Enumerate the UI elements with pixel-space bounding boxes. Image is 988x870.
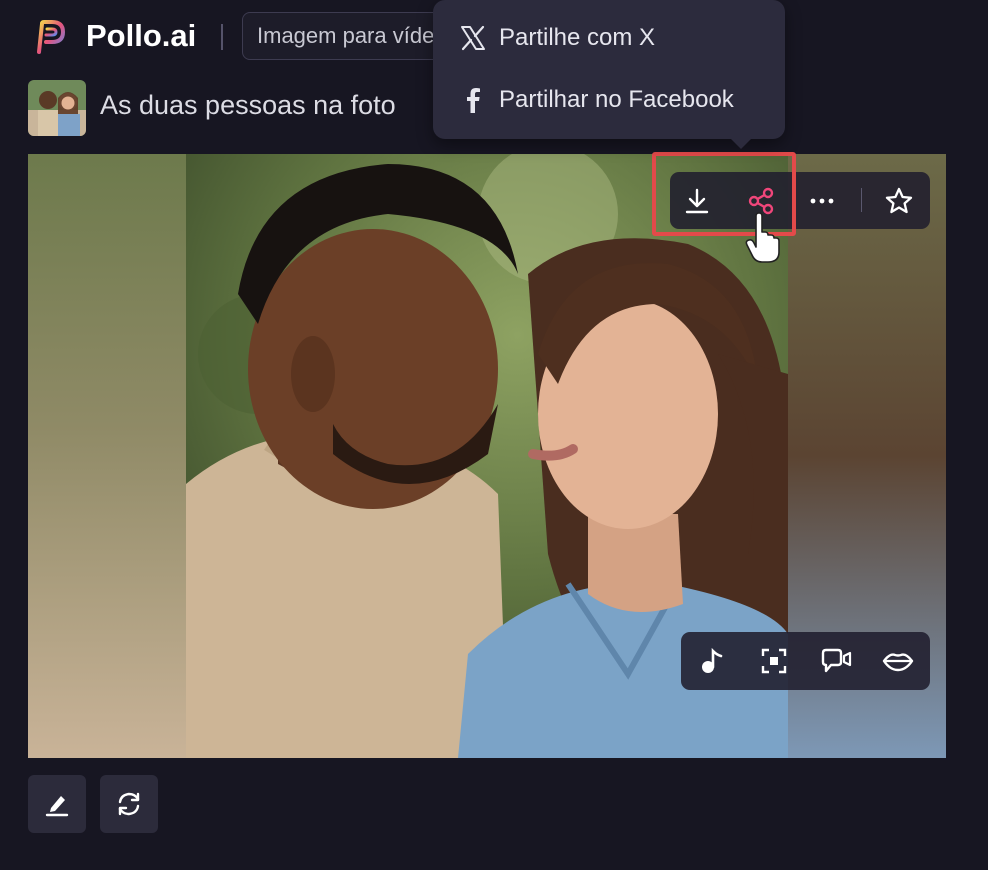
share-x-item[interactable]: Partilhe com X bbox=[459, 16, 655, 60]
header-divider bbox=[221, 24, 223, 50]
edit-button[interactable] bbox=[28, 775, 86, 833]
share-facebook-label: Partilhar no Facebook bbox=[499, 86, 734, 113]
share-facebook-item[interactable]: Partilhar no Facebook bbox=[459, 78, 734, 122]
toolbar-divider bbox=[861, 188, 862, 212]
source-thumbnail[interactable] bbox=[28, 80, 86, 136]
regenerate-button[interactable] bbox=[100, 775, 158, 833]
talking-avatar-icon bbox=[821, 648, 852, 673]
more-options-button[interactable] bbox=[792, 172, 852, 229]
video-tools-toolbar bbox=[681, 632, 930, 690]
pollo-logo[interactable] bbox=[30, 18, 68, 56]
add-music-button[interactable] bbox=[681, 632, 743, 690]
more-icon bbox=[810, 198, 834, 203]
star-icon bbox=[885, 187, 913, 213]
favorite-button[interactable] bbox=[869, 172, 929, 229]
prompt-text: As duas pessoas na foto bbox=[100, 90, 396, 120]
edit-icon bbox=[45, 796, 69, 817]
talking-avatar-button[interactable] bbox=[805, 632, 867, 690]
music-note-icon bbox=[702, 647, 723, 673]
mode-label: Imagem para vídeo bbox=[257, 23, 447, 48]
x-logo-icon bbox=[461, 25, 485, 51]
share-x-label: Partilhe com X bbox=[499, 24, 656, 51]
lip-sync-button[interactable] bbox=[867, 632, 929, 690]
focus-frame-icon bbox=[761, 648, 787, 674]
lips-icon bbox=[882, 653, 914, 672]
regenerate-icon bbox=[118, 792, 140, 816]
brand-name[interactable]: Pollo.ai bbox=[86, 16, 196, 56]
hand-cursor-icon bbox=[744, 212, 784, 264]
facebook-icon bbox=[467, 88, 480, 113]
share-menu: Partilhe com X Partilhar no Facebook bbox=[433, 0, 785, 149]
focus-button[interactable] bbox=[743, 632, 805, 690]
